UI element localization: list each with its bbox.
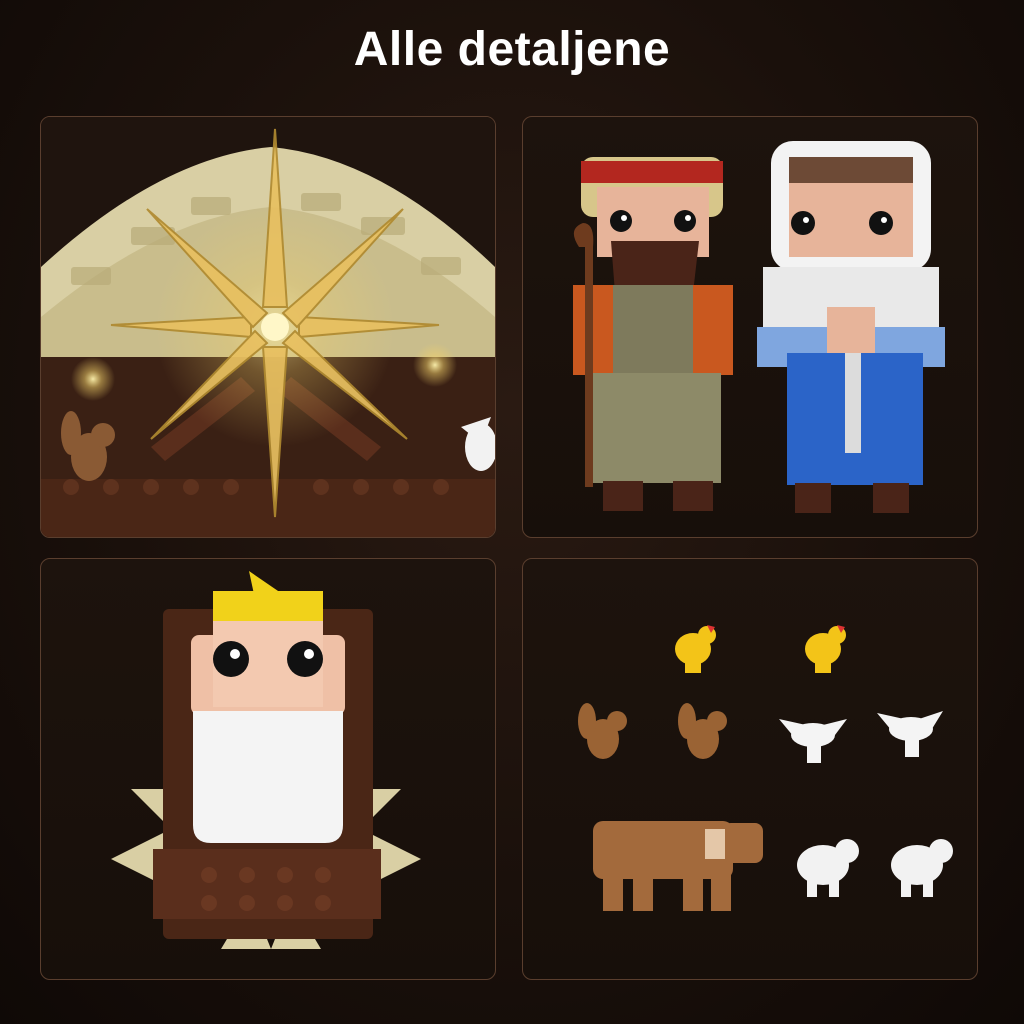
cow-figure [593, 821, 763, 911]
baby-illustration [111, 571, 421, 949]
chicken-figure [675, 626, 716, 673]
squirrel-figure [678, 703, 727, 759]
animals-illustration [578, 625, 953, 911]
panel-figures [522, 116, 978, 538]
panel-baby [40, 558, 496, 980]
stable-star-illustration [41, 117, 495, 537]
dove-figure [779, 719, 847, 763]
figures-illustration [573, 141, 945, 513]
sheep-figure [797, 839, 859, 897]
dove-figure [877, 711, 943, 757]
mary-figure [757, 141, 945, 513]
panel-animals [522, 558, 978, 980]
panel-stable-star [40, 116, 496, 538]
joseph-figure [573, 157, 733, 511]
page-title: Alle detaljene [353, 23, 671, 76]
squirrel-figure [578, 703, 627, 759]
sheep-figure [891, 839, 953, 897]
baby-figure [191, 571, 345, 843]
chicken-figure [805, 626, 846, 673]
